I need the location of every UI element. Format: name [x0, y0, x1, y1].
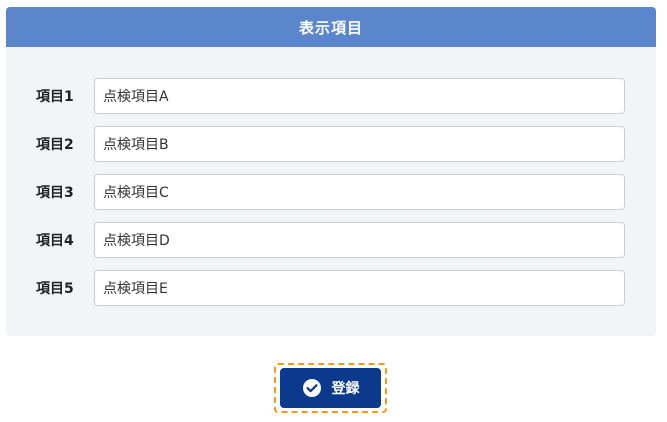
- item-row-5: 項目5: [6, 269, 656, 307]
- item-row-4: 項目4: [6, 221, 656, 259]
- item-row-1: 項目1: [6, 77, 656, 115]
- item-input-5[interactable]: [94, 270, 625, 306]
- register-button[interactable]: 登録: [280, 368, 381, 408]
- panel-title: 表示項目: [6, 7, 656, 47]
- check-circle-icon: [302, 378, 322, 398]
- item-input-3[interactable]: [94, 174, 625, 210]
- register-button-focus-ring: 登録: [274, 363, 387, 413]
- display-items-panel: 表示項目 項目1 項目2 項目3 項目4 項目5: [6, 7, 656, 336]
- item-row-3: 項目3: [6, 173, 656, 211]
- item-label-1: 項目1: [36, 89, 74, 105]
- item-input-4[interactable]: [94, 222, 625, 258]
- item-row-2: 項目2: [6, 125, 656, 163]
- item-label-4: 項目4: [36, 233, 74, 249]
- item-label-2: 項目2: [36, 137, 74, 153]
- register-button-label: 登録: [331, 381, 360, 397]
- item-input-2[interactable]: [94, 126, 625, 162]
- item-label-3: 項目3: [36, 185, 74, 201]
- item-label-5: 項目5: [36, 281, 74, 297]
- item-input-1[interactable]: [94, 78, 625, 114]
